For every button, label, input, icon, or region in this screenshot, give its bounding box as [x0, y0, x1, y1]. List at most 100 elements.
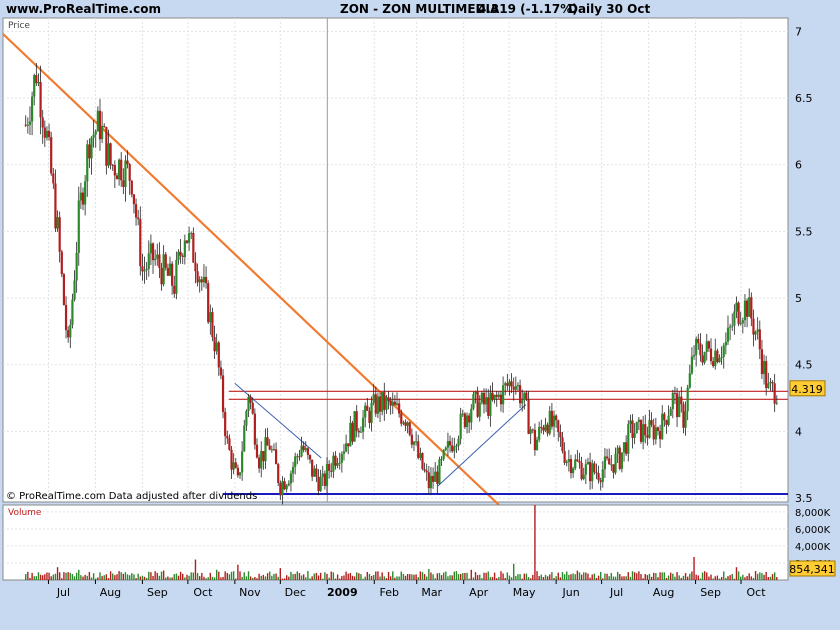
- volume-bar[interactable]: [629, 576, 632, 580]
- volume-bar[interactable]: [716, 575, 719, 580]
- volume-bar[interactable]: [648, 573, 651, 580]
- price-candle[interactable]: [60, 249, 63, 278]
- volume-bar[interactable]: [413, 574, 415, 580]
- volume-bar[interactable]: [661, 572, 663, 580]
- volume-bar[interactable]: [703, 571, 706, 580]
- volume-bar[interactable]: [627, 572, 629, 580]
- volume-bar[interactable]: [689, 573, 691, 580]
- volume-bar[interactable]: [481, 578, 483, 580]
- volume-bar[interactable]: [517, 574, 519, 580]
- price-candle[interactable]: [618, 445, 621, 471]
- volume-bar[interactable]: [237, 564, 239, 580]
- volume-bar[interactable]: [417, 577, 419, 580]
- volume-bar[interactable]: [349, 573, 352, 580]
- volume-bar[interactable]: [659, 572, 661, 580]
- volume-bar[interactable]: [449, 575, 451, 580]
- volume-bar[interactable]: [99, 572, 101, 580]
- volume-bar[interactable]: [744, 577, 746, 580]
- volume-bar[interactable]: [642, 578, 644, 580]
- volume-bar[interactable]: [245, 576, 248, 580]
- volume-bar[interactable]: [426, 576, 428, 580]
- volume-bar[interactable]: [317, 575, 320, 580]
- price-candle[interactable]: [277, 462, 280, 487]
- volume-bar[interactable]: [173, 574, 175, 580]
- volume-bar[interactable]: [504, 577, 506, 580]
- volume-bar[interactable]: [591, 574, 593, 580]
- volume-bar[interactable]: [281, 578, 284, 580]
- volume-bar[interactable]: [555, 576, 557, 580]
- price-candle[interactable]: [421, 452, 424, 471]
- volume-bar[interactable]: [466, 572, 468, 580]
- volume-bar[interactable]: [332, 572, 335, 580]
- volume-bar[interactable]: [118, 571, 120, 580]
- volume-bar[interactable]: [680, 577, 683, 580]
- volume-bar[interactable]: [746, 575, 748, 580]
- volume-bar[interactable]: [190, 572, 192, 580]
- volume-bar[interactable]: [35, 576, 38, 580]
- volume-bar[interactable]: [368, 573, 371, 580]
- volume-bar[interactable]: [438, 572, 441, 580]
- volume-bar[interactable]: [725, 577, 727, 580]
- volume-bar[interactable]: [602, 578, 604, 580]
- volume-bar[interactable]: [513, 563, 515, 580]
- volume-bar[interactable]: [657, 577, 659, 580]
- volume-bar[interactable]: [663, 572, 666, 580]
- volume-bar[interactable]: [742, 574, 744, 580]
- volume-bar[interactable]: [489, 577, 492, 580]
- volume-bar[interactable]: [485, 572, 487, 580]
- volume-bar[interactable]: [52, 574, 55, 580]
- volume-bar[interactable]: [249, 576, 252, 580]
- volume-bar[interactable]: [667, 575, 670, 580]
- volume-bar[interactable]: [302, 574, 305, 580]
- volume-bar[interactable]: [733, 578, 736, 580]
- volume-bar[interactable]: [264, 576, 267, 580]
- volume-bar[interactable]: [625, 576, 627, 580]
- price-candle[interactable]: [737, 301, 740, 327]
- volume-bar[interactable]: [608, 576, 610, 580]
- volume-bar[interactable]: [521, 578, 523, 580]
- volume-bar[interactable]: [430, 572, 432, 580]
- volume-bar[interactable]: [623, 576, 625, 580]
- volume-bar[interactable]: [235, 578, 237, 580]
- volume-bar[interactable]: [341, 576, 343, 580]
- volume-bar[interactable]: [714, 576, 716, 580]
- volume-bar[interactable]: [718, 578, 721, 580]
- volume-bar[interactable]: [553, 578, 555, 580]
- volume-bar[interactable]: [307, 571, 309, 580]
- volume-bar[interactable]: [33, 576, 35, 580]
- volume-bar[interactable]: [385, 578, 388, 580]
- volume-bar[interactable]: [239, 571, 241, 580]
- volume-bar[interactable]: [124, 572, 127, 580]
- volume-bar[interactable]: [162, 570, 165, 580]
- volume-bar[interactable]: [697, 575, 699, 580]
- volume-bar[interactable]: [394, 577, 396, 580]
- volume-bar[interactable]: [708, 576, 710, 580]
- volume-bar[interactable]: [192, 572, 195, 580]
- volume-bar[interactable]: [576, 570, 579, 580]
- volume-bar[interactable]: [748, 573, 750, 580]
- price-chart[interactable]: Price © ProRealTime.com Data adjusted af…: [0, 0, 840, 630]
- volume-bar[interactable]: [655, 573, 657, 580]
- volume-bar[interactable]: [729, 575, 731, 580]
- volume-bar[interactable]: [39, 574, 42, 580]
- price-candle[interactable]: [635, 421, 638, 434]
- volume-bar[interactable]: [776, 576, 778, 580]
- volume-bar[interactable]: [247, 571, 250, 580]
- volume-bar[interactable]: [347, 573, 349, 580]
- volume-bar[interactable]: [701, 572, 704, 580]
- volume-bar[interactable]: [148, 571, 150, 580]
- volume-bar[interactable]: [241, 576, 243, 580]
- volume-bar[interactable]: [58, 572, 61, 580]
- volume-bar[interactable]: [343, 575, 345, 580]
- volume-bar[interactable]: [432, 574, 434, 580]
- volume-bar[interactable]: [42, 575, 44, 580]
- volume-bar[interactable]: [103, 575, 105, 580]
- volume-bar[interactable]: [595, 577, 598, 580]
- volume-bar[interactable]: [97, 577, 99, 580]
- volume-bar[interactable]: [336, 574, 339, 580]
- volume-bar[interactable]: [364, 576, 366, 580]
- volume-bar[interactable]: [392, 571, 394, 580]
- volume-bar[interactable]: [298, 573, 301, 580]
- volume-bar[interactable]: [71, 574, 74, 580]
- volume-bar[interactable]: [285, 575, 288, 580]
